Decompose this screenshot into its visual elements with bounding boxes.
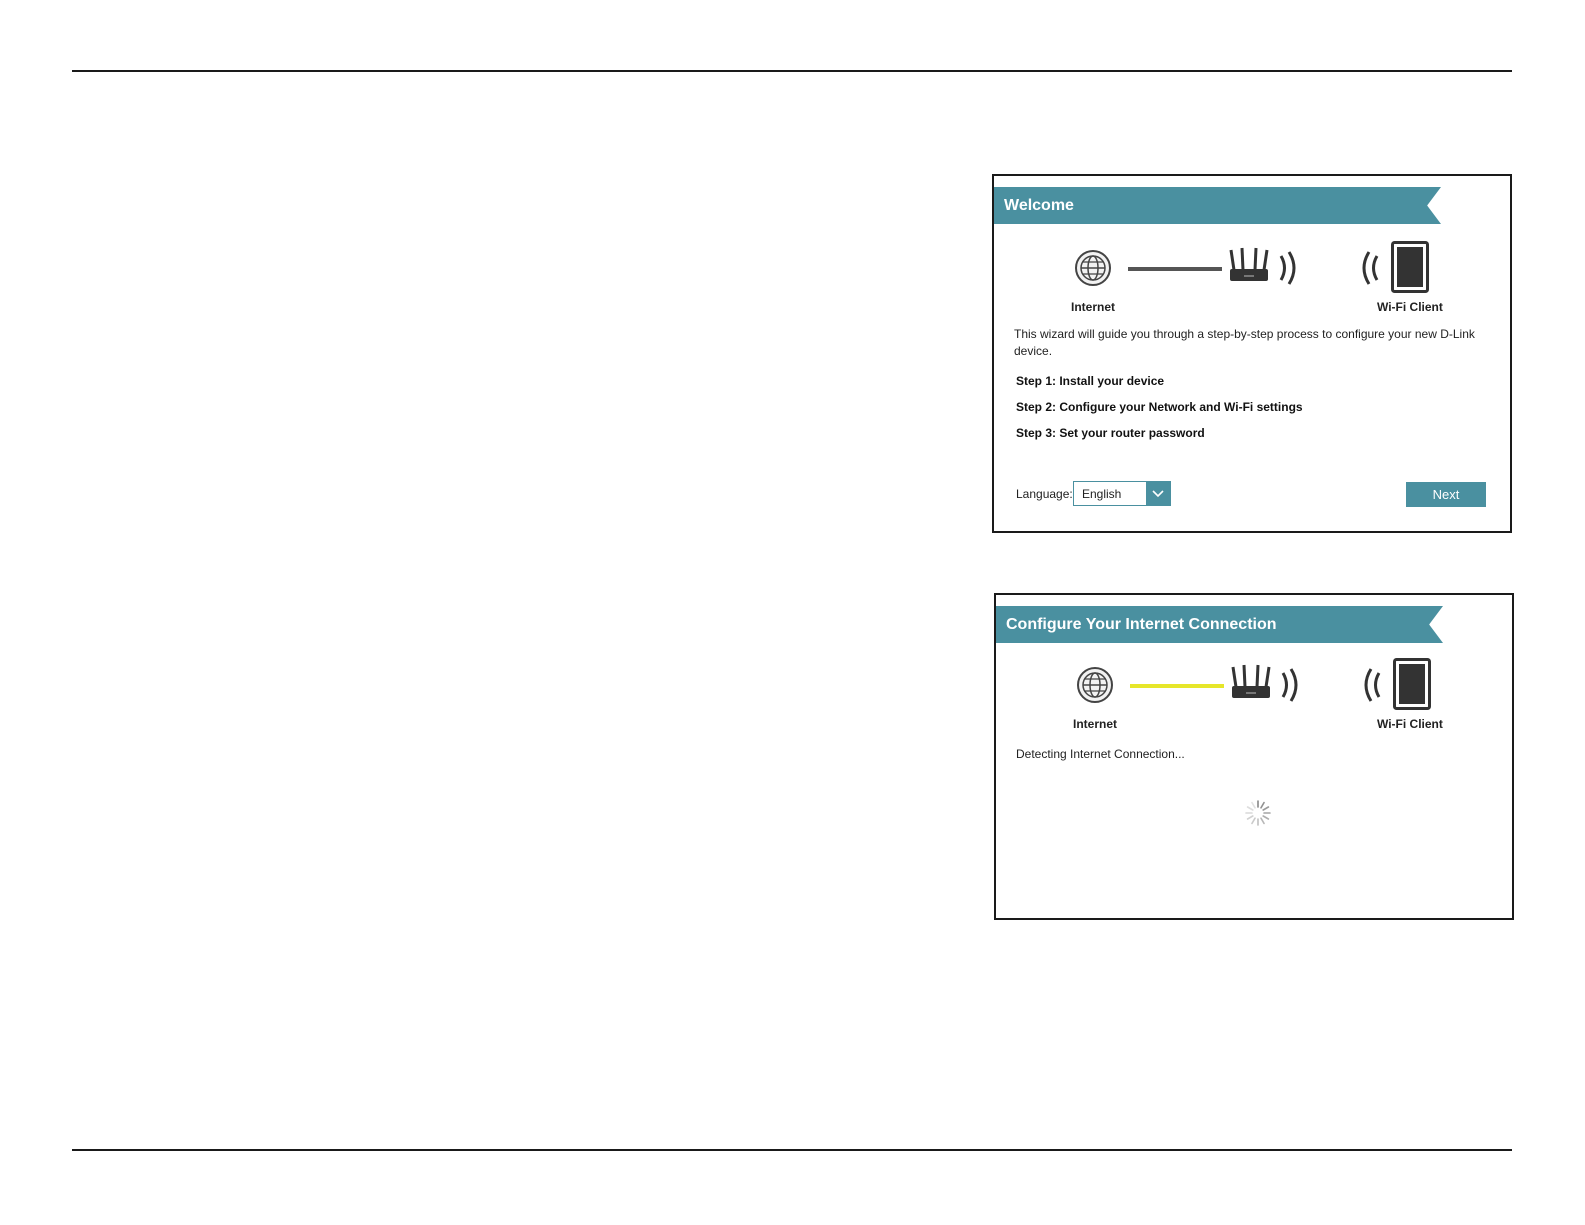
wifi-signal-right-icon <box>1279 251 1296 285</box>
globe-icon <box>1075 250 1111 286</box>
language-select[interactable]: English <box>1073 481 1171 506</box>
chevron-down-icon[interactable] <box>1146 482 1170 505</box>
connection-line <box>1130 684 1224 688</box>
tablet-icon <box>1393 658 1431 710</box>
connection-diagram: Internet Wi-Fi Client <box>994 236 1510 326</box>
loading-spinner-icon <box>1245 800 1271 826</box>
internet-label: Internet <box>1071 300 1116 314</box>
welcome-banner-title: Welcome <box>994 187 1441 224</box>
wifi-client-label: Wi-Fi Client <box>1377 300 1443 314</box>
globe-icon <box>1077 667 1113 703</box>
wizard-description: This wizard will guide you through a ste… <box>1014 327 1475 358</box>
configure-banner-title: Configure Your Internet Connection <box>996 606 1443 643</box>
bottom-rule <box>72 1149 1512 1151</box>
step-3: Step 3: Set your router password <box>1016 426 1205 440</box>
tablet-icon <box>1391 241 1429 293</box>
step-2: Step 2: Configure your Network and Wi-Fi… <box>1016 400 1303 414</box>
wifi-client-label: Wi-Fi Client <box>1377 717 1443 731</box>
wifi-signal-left-icon <box>1362 251 1379 285</box>
connection-diagram: Internet Wi-Fi Client <box>996 655 1512 745</box>
top-rule <box>72 70 1512 72</box>
configure-connection-panel: Configure Your Internet Connection Inter… <box>994 593 1514 920</box>
detecting-status: Detecting Internet Connection... <box>1016 747 1185 761</box>
router-icon <box>1229 247 1269 281</box>
internet-label: Internet <box>1073 717 1118 731</box>
wifi-signal-right-icon <box>1281 668 1298 702</box>
connection-line <box>1128 267 1222 271</box>
step-1: Step 1: Install your device <box>1016 374 1165 388</box>
language-value: English <box>1082 487 1122 501</box>
next-button[interactable]: Next <box>1406 482 1486 507</box>
welcome-panel: Welcome Internet Wi-Fi Client This wizar… <box>992 174 1512 533</box>
router-icon <box>1231 664 1271 698</box>
wifi-signal-left-icon <box>1364 668 1381 702</box>
language-label: Language: <box>1016 487 1073 501</box>
